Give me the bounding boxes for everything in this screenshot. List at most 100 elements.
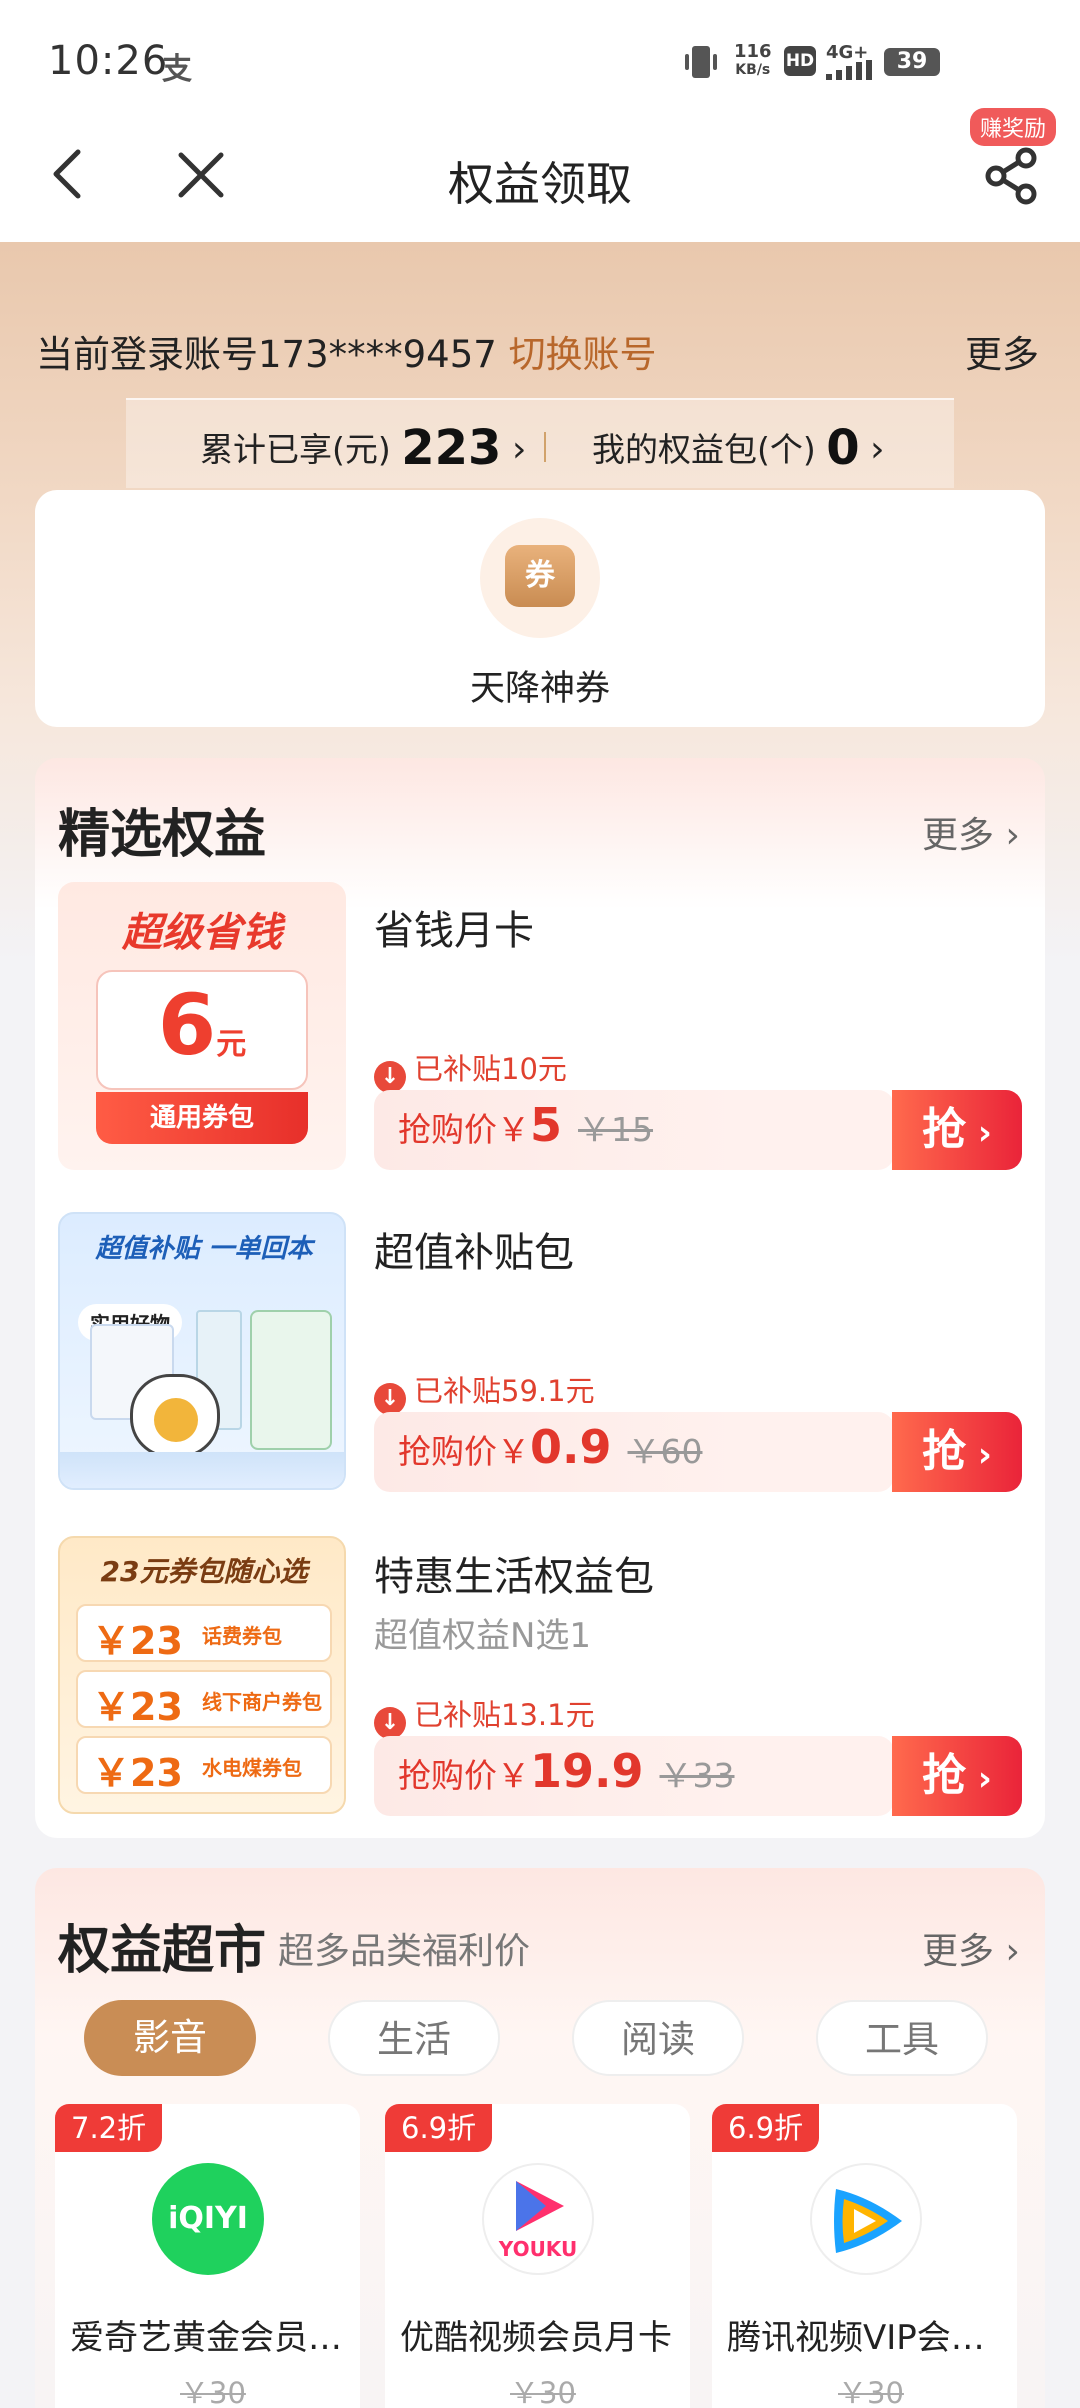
grab-label: 抢 — [922, 1426, 967, 1477]
price-label: 抢购价￥ — [398, 1756, 530, 1795]
iqiyi-logo-icon: iQIYI — [152, 2163, 264, 2275]
row-label: 水电煤券包 — [202, 1756, 302, 1780]
tab-tools[interactable]: 工具 — [816, 2000, 988, 2076]
product-name: 爱奇艺黄金会员… — [70, 2318, 342, 2358]
status-time: 10:26 — [48, 38, 169, 84]
market-more-link[interactable]: 更多 › — [922, 1922, 1020, 1974]
item-title[interactable]: 省钱月卡 — [374, 898, 534, 956]
tab-life[interactable]: 生活 — [328, 2000, 500, 2076]
row-amount: ￥23 — [92, 1619, 183, 1663]
product-old-price: ￥30 — [180, 2376, 246, 2408]
thumb-banner: 23元券包随心选 — [100, 1555, 308, 1588]
enjoyed-label: 累计已享(元) — [200, 430, 391, 469]
thumb-row: ￥23 水电煤券包 — [76, 1736, 332, 1795]
panda-toy-detail — [154, 1398, 198, 1442]
thumb-row: ￥23 话费券包 — [76, 1604, 332, 1663]
thumb-row: ￥23 线下商户券包 — [76, 1670, 332, 1729]
share-reward-badge: 赚奖励 — [970, 108, 1057, 146]
market-more-label: 更多 — [922, 1931, 995, 1972]
subsidy-text: 已补贴13.1元 — [414, 1698, 595, 1732]
thumb-amount: 6 — [157, 976, 217, 1074]
chevron-right-icon: › — [511, 429, 527, 470]
grab-button[interactable]: 抢 › — [892, 1090, 1022, 1170]
thumb-stage — [60, 1452, 344, 1488]
item-subtitle: 超值权益N选1 — [374, 1616, 592, 1656]
product-name: 优酷视频会员月卡 — [400, 2318, 672, 2358]
down-arrow-icon: ↓ — [374, 1061, 406, 1093]
item-thumb-life[interactable]: 23元券包随心选 ￥23 话费券包 ￥23 线下商户券包 ￥23 水电煤券包 — [58, 1536, 346, 1814]
account-info: 当前登录账号173****9457 切换账号 — [36, 324, 657, 378]
subsidy-text: 已补贴10元 — [414, 1052, 567, 1086]
price-label: 抢购价￥ — [398, 1110, 530, 1149]
product-old-price: ￥30 — [838, 2376, 904, 2408]
old-price: ￥15 — [578, 1110, 654, 1149]
discount-badge: 6.9折 — [385, 2104, 493, 2152]
price-value: 19.9 — [530, 1744, 644, 1798]
speed-value: 116 — [734, 41, 772, 62]
thumb-amount-line: 6元 — [58, 976, 346, 1074]
package-value: 0 — [826, 420, 860, 476]
down-arrow-icon: ↓ — [374, 1707, 406, 1739]
alipay-notification-icon: 支 — [162, 52, 192, 87]
tencent-video-logo-icon — [810, 2163, 922, 2275]
thumb-button: 通用券包 — [96, 1092, 308, 1144]
enjoyed-value: 223 — [401, 420, 502, 476]
featured-title: 精选权益 — [58, 805, 267, 865]
discount-badge: 7.2折 — [55, 2104, 163, 2152]
youku-play-icon — [516, 2181, 564, 2231]
share-icon[interactable] — [984, 146, 1040, 206]
chevron-right-icon: › — [994, 1931, 1020, 1972]
old-price: ￥60 — [627, 1432, 703, 1471]
tab-reading[interactable]: 阅读 — [572, 2000, 744, 2076]
chevron-right-icon: › — [870, 429, 885, 470]
price-value: 0.9 — [530, 1420, 612, 1474]
featured-more-label: 更多 — [922, 815, 995, 856]
item-title[interactable]: 超值补贴包 — [374, 1220, 574, 1278]
item-thumb-savings[interactable]: 超级省钱 6元 通用券包 — [58, 882, 346, 1170]
enjoyed-stat[interactable]: 累计已享(元) 223 › — [200, 420, 526, 476]
switch-account-link[interactable]: 切换账号 — [509, 333, 657, 376]
grab-label: 抢 — [922, 1750, 967, 1801]
row-label: 线下商户券包 — [202, 1690, 322, 1714]
subsidy-info: ↓ 已补贴10元 — [374, 1046, 567, 1093]
account-more-link[interactable]: 更多 — [965, 324, 1039, 378]
youku-logo-icon: YOUKU — [482, 2163, 594, 2275]
stats-divider — [544, 432, 546, 462]
price-info: 抢购价￥0.9 ￥60 — [398, 1420, 703, 1474]
product-image — [250, 1310, 332, 1450]
price-label: 抢购价￥ — [398, 1432, 530, 1471]
product-old-price: ￥30 — [510, 2376, 576, 2408]
old-price: ￥33 — [659, 1756, 735, 1795]
subsidy-info: ↓ 已补贴13.1元 — [374, 1692, 595, 1739]
network-speed: 116 KB/s — [734, 42, 772, 80]
featured-more-link[interactable]: 更多 › — [922, 806, 1020, 858]
row-label: 话费券包 — [202, 1624, 282, 1648]
package-stat[interactable]: 我的权益包(个) 0 › — [592, 420, 885, 476]
item-thumb-subsidy[interactable]: 超值补贴 一单回本 实用好物 — [58, 1212, 346, 1490]
discount-badge: 6.9折 — [712, 2104, 820, 2152]
subsidy-text: 已补贴59.1元 — [414, 1374, 595, 1408]
product-name: 腾讯视频VIP会… — [727, 2318, 985, 2358]
coupon-label[interactable]: 天降神券 — [0, 660, 1080, 711]
coupon-icon[interactable]: 券 — [505, 545, 575, 607]
speed-unit: KB/s — [735, 62, 771, 78]
down-arrow-icon: ↓ — [374, 1383, 406, 1415]
row-amount: ￥23 — [92, 1751, 183, 1795]
item-title[interactable]: 特惠生活权益包 — [374, 1544, 654, 1602]
grab-label: 抢 — [922, 1104, 967, 1155]
price-value: 5 — [530, 1098, 563, 1152]
tab-video[interactable]: 影音 — [84, 2000, 256, 2076]
hd-icon: HD — [784, 46, 816, 76]
grab-button[interactable]: 抢 › — [892, 1736, 1022, 1816]
chevron-right-icon: › — [994, 815, 1020, 856]
thumb-banner: 超级省钱 — [122, 910, 282, 956]
login-account: 当前登录账号173****9457 — [36, 333, 497, 376]
price-info: 抢购价￥5 ￥15 — [398, 1098, 653, 1152]
youku-wordmark: YOUKU — [498, 2237, 578, 2261]
price-info: 抢购价￥19.9 ￥33 — [398, 1744, 735, 1798]
thumb-unit: 元 — [216, 1027, 247, 1062]
page-title: 权益领取 — [448, 157, 632, 211]
tencent-video-play-icon — [834, 2189, 902, 2253]
signal-icon — [826, 60, 872, 80]
grab-button[interactable]: 抢 › — [892, 1412, 1022, 1492]
